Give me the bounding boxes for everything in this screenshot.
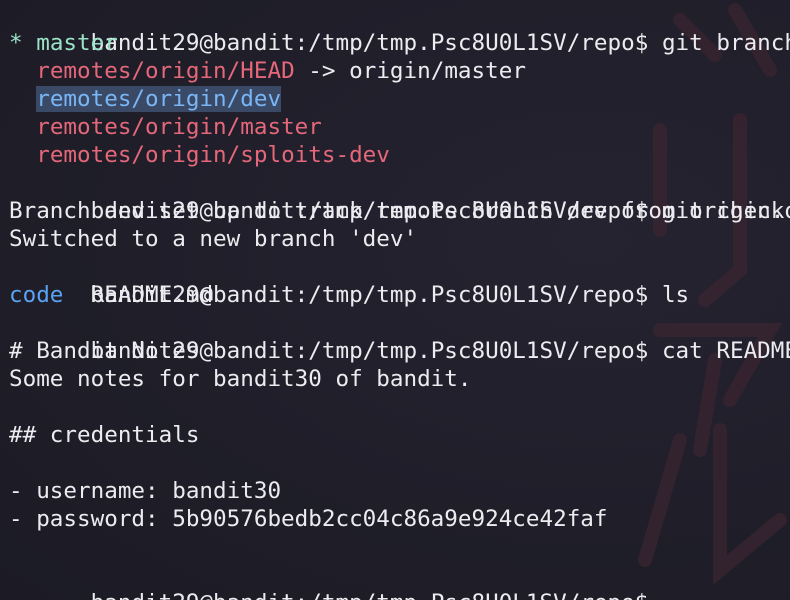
- readme-username: - username: bandit30: [9, 478, 282, 504]
- head-arrow: ->: [308, 58, 336, 84]
- branch-line-sploits: remotes/origin/sploits-dev: [9, 141, 790, 169]
- readme-password: - password: 5b90576bedb2cc04c86a9e924ce4…: [9, 506, 608, 532]
- branch-line-head: remotes/origin/HEAD -> origin/master: [9, 57, 790, 85]
- output-line: Branch dev set up to track remote branch…: [9, 197, 790, 225]
- command-line: bandit29@bandit:/tmp/tmp.Psc8U0L1SV/repo…: [9, 253, 790, 308]
- readme-intro: Some notes for bandit30 of bandit.: [9, 366, 472, 392]
- branch-line-dev: remotes/origin/dev: [9, 85, 790, 113]
- readme-line: Some notes for bandit30 of bandit.: [9, 365, 790, 393]
- remote-branch-sploits-dev: remotes/origin/sploits-dev: [36, 142, 390, 168]
- readme-line: # Bandit Notes: [9, 337, 790, 365]
- readme-line: - password: 5b90576bedb2cc04c86a9e924ce4…: [9, 505, 790, 533]
- terminal-output: bandit29@bandit:/tmp/tmp.Psc8U0L1SV/repo…: [9, 1, 790, 600]
- remote-branch-master: remotes/origin/master: [36, 114, 322, 140]
- shell-prompt: bandit29@bandit:/tmp/tmp.Psc8U0L1SV/repo…: [91, 590, 649, 600]
- readme-line: ## credentials: [9, 421, 790, 449]
- remote-branch-head: remotes/origin/HEAD: [36, 58, 295, 84]
- output-line: Switched to a new branch 'dev': [9, 225, 790, 253]
- command-line: bandit29@bandit:/tmp/tmp.Psc8U0L1SV/repo…: [9, 1, 790, 56]
- branch-line-master: remotes/origin/master: [9, 113, 790, 141]
- ls-directory-entry: code: [9, 282, 64, 308]
- current-branch-marker: *: [9, 30, 23, 56]
- current-branch-name: master: [36, 30, 118, 56]
- readme-line: - username: bandit30: [9, 477, 790, 505]
- checkout-output-track: Branch dev set up to track remote branch…: [9, 198, 785, 224]
- command-line: bandit29@bandit:/tmp/tmp.Psc8U0L1SV/repo…: [9, 169, 790, 224]
- remote-branch-dev-selected[interactable]: remotes/origin/dev: [36, 86, 282, 112]
- head-target: origin/master: [349, 58, 526, 84]
- checkout-output-switched: Switched to a new branch 'dev': [9, 226, 418, 252]
- ls-output-line: code README.md: [9, 281, 790, 309]
- terminal-window[interactable]: bandit29@bandit:/tmp/tmp.Psc8U0L1SV/repo…: [0, 0, 790, 600]
- readme-title: # Bandit Notes: [9, 338, 200, 364]
- branch-line-current: * master: [9, 29, 790, 57]
- ls-file-entry: README.md: [90, 282, 214, 308]
- command-line: bandit29@bandit:/tmp/tmp.Psc8U0L1SV/repo…: [9, 309, 790, 364]
- active-prompt-line[interactable]: bandit29@bandit:/tmp/tmp.Psc8U0L1SV/repo…: [9, 561, 790, 600]
- readme-section-heading: ## credentials: [9, 422, 200, 448]
